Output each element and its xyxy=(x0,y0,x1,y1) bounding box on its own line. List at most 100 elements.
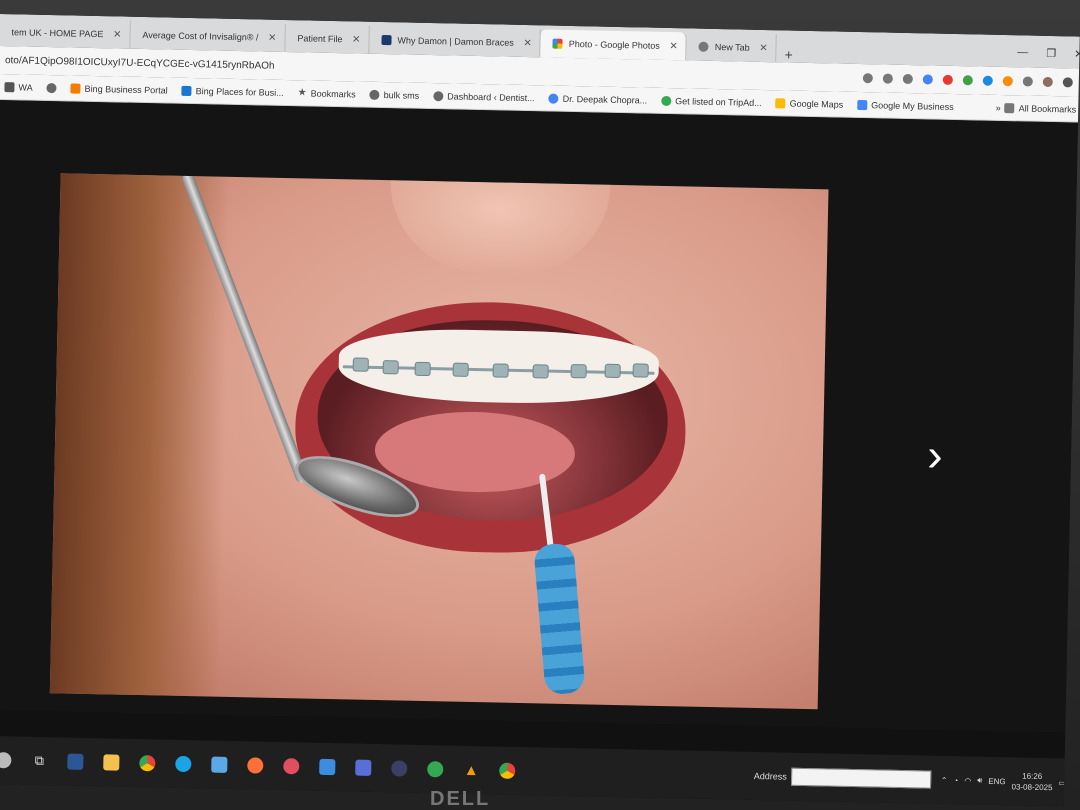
file-explorer-button[interactable] xyxy=(94,745,129,780)
photos-app-icon xyxy=(211,756,228,773)
app-icon xyxy=(319,758,336,776)
profile-avatar-icon[interactable] xyxy=(1042,76,1053,88)
edge-button[interactable] xyxy=(166,747,201,782)
bookmark-google-maps[interactable]: Google Maps xyxy=(775,97,843,109)
extension-icon[interactable] xyxy=(1002,76,1013,87)
minimize-icon[interactable]: — xyxy=(1017,46,1028,59)
language-indicator[interactable]: ENG xyxy=(988,776,1006,785)
taskbar-address-field[interactable] xyxy=(790,767,931,789)
chrome-icon xyxy=(698,41,709,52)
star-icon[interactable] xyxy=(902,73,913,85)
menu-icon[interactable] xyxy=(1062,77,1073,88)
tab-tem-uk[interactable]: tem UK - HOME PAGE ✕ xyxy=(0,17,131,49)
bookmark-label: Bing Places for Busi... xyxy=(195,85,284,98)
folder-icon xyxy=(103,754,120,771)
close-icon[interactable]: ✕ xyxy=(523,37,532,48)
photos-app-button[interactable] xyxy=(202,747,237,782)
braces-bracket xyxy=(352,357,369,372)
app-icon xyxy=(355,759,372,776)
clock[interactable]: 16:26 03-08-2025 xyxy=(1011,770,1052,793)
firefox-button[interactable] xyxy=(238,748,273,783)
bookmark-bing-business-portal[interactable]: Bing Business Portal xyxy=(70,82,168,95)
tab-google-photos[interactable]: Photo - Google Photos ✕ xyxy=(540,29,688,61)
chrome-icon xyxy=(499,762,516,779)
globe-icon xyxy=(433,90,444,101)
tab-invisalign[interactable]: Average Cost of Invisalign® / ✕ xyxy=(130,20,286,52)
tripadvisor-icon xyxy=(661,95,672,106)
word-button[interactable] xyxy=(58,744,93,779)
close-icon[interactable]: ✕ xyxy=(352,34,361,45)
chrome-button[interactable] xyxy=(490,753,525,788)
task-view-button[interactable]: ⧉ xyxy=(22,744,57,779)
address-toolbar-label: Address xyxy=(753,770,787,782)
bookmark-label: bulk sms xyxy=(383,89,420,101)
app-button[interactable] xyxy=(274,749,309,784)
tab-label: Photo - Google Photos xyxy=(568,38,660,51)
start-button[interactable] xyxy=(0,743,21,778)
close-window-icon[interactable]: ✕ xyxy=(1074,48,1080,61)
app-button[interactable] xyxy=(346,750,381,785)
star-icon: ★ xyxy=(297,87,307,99)
close-icon[interactable]: ✕ xyxy=(268,32,277,43)
extension-icon[interactable] xyxy=(962,75,973,86)
extension-icon[interactable] xyxy=(922,74,933,85)
bookmark-wa[interactable]: WA xyxy=(4,81,33,92)
system-tray: ⌃ ◔ ◠ 🔊︎ ENG 16:26 03-08-2025 ▭ xyxy=(931,769,1080,794)
restore-icon[interactable]: ❐ xyxy=(1046,47,1056,60)
globe-icon xyxy=(369,89,380,100)
wifi-icon[interactable]: ◠ xyxy=(964,776,971,785)
braces-bracket xyxy=(532,364,549,379)
new-tab-icon[interactable]: + xyxy=(776,46,801,63)
word-icon xyxy=(67,753,84,770)
bookmark-label: Dr. Deepak Chopra... xyxy=(562,93,648,106)
all-bookmarks-label: All Bookmarks xyxy=(1018,102,1077,115)
bookmark-google-my-business[interactable]: Google My Business xyxy=(857,99,954,111)
google-photos-icon xyxy=(552,38,563,49)
tab-label: New Tab xyxy=(714,41,750,53)
volume-icon[interactable]: 🔊︎ xyxy=(977,776,982,786)
bookmark-bookmarks[interactable]: ★ Bookmarks xyxy=(298,87,356,99)
tab-label: Patient File xyxy=(297,33,343,45)
folder-icon xyxy=(1004,102,1015,113)
vlc-button[interactable]: ▲ xyxy=(454,753,489,788)
app-icon xyxy=(283,758,300,775)
maps-button[interactable] xyxy=(418,752,453,787)
firefox-icon xyxy=(247,757,264,774)
braces-photo[interactable] xyxy=(49,173,829,710)
braces-bracket xyxy=(570,364,587,379)
extension-icon[interactable] xyxy=(942,74,953,85)
braces-bracket xyxy=(382,360,399,375)
next-photo-chevron-icon[interactable]: › xyxy=(914,429,955,481)
close-icon[interactable]: ✕ xyxy=(669,41,678,52)
app-button[interactable] xyxy=(382,751,417,786)
close-icon[interactable]: ✕ xyxy=(759,42,768,53)
bookmark-dashboard[interactable]: Dashboard ‹ Dentist... xyxy=(433,90,535,103)
app-button[interactable] xyxy=(310,750,345,785)
braces-bracket xyxy=(604,363,621,379)
extension-icon[interactable] xyxy=(982,75,993,86)
bookmark-tripadvisor[interactable]: Get listed on TripAd... xyxy=(661,95,762,107)
window-controls: — ❐ ✕ xyxy=(1001,46,1080,69)
cast-icon[interactable] xyxy=(862,73,873,84)
zoom-icon[interactable] xyxy=(882,73,893,84)
network-icon[interactable]: ◔ xyxy=(953,776,958,785)
chevron-right-icon: » xyxy=(995,102,1001,113)
tab-damon-braces[interactable]: Why Damon | Damon Braces ✕ xyxy=(369,25,542,58)
braces-bracket xyxy=(452,362,469,377)
extensions-puzzle-icon[interactable] xyxy=(1022,76,1033,87)
bookmark-bing-places[interactable]: Bing Places for Busi... xyxy=(181,85,284,98)
chrome-button[interactable] xyxy=(130,746,165,781)
url-field[interactable]: oto/AF1QipO98I1OICUxyI7U-ECqYCGEc-vG1415… xyxy=(5,55,275,72)
tab-patient-file[interactable]: Patient File ✕ xyxy=(285,23,370,54)
tab-new-tab[interactable]: New Tab ✕ xyxy=(686,32,777,63)
close-icon[interactable]: ✕ xyxy=(113,29,122,40)
bookmark-deepak-chopra[interactable]: Dr. Deepak Chopra... xyxy=(548,93,648,106)
bookmark-globe[interactable] xyxy=(46,82,57,93)
globe-icon xyxy=(46,82,57,93)
bookmark-bulk-sms[interactable]: bulk sms xyxy=(369,89,420,101)
all-bookmarks[interactable]: » All Bookmarks xyxy=(996,102,1080,114)
chevron-up-icon[interactable]: ⌃ xyxy=(941,775,948,784)
bookmark-label: Get listed on TripAd... xyxy=(675,95,762,108)
bing-icon xyxy=(181,85,192,96)
vlc-icon: ▲ xyxy=(463,761,479,779)
